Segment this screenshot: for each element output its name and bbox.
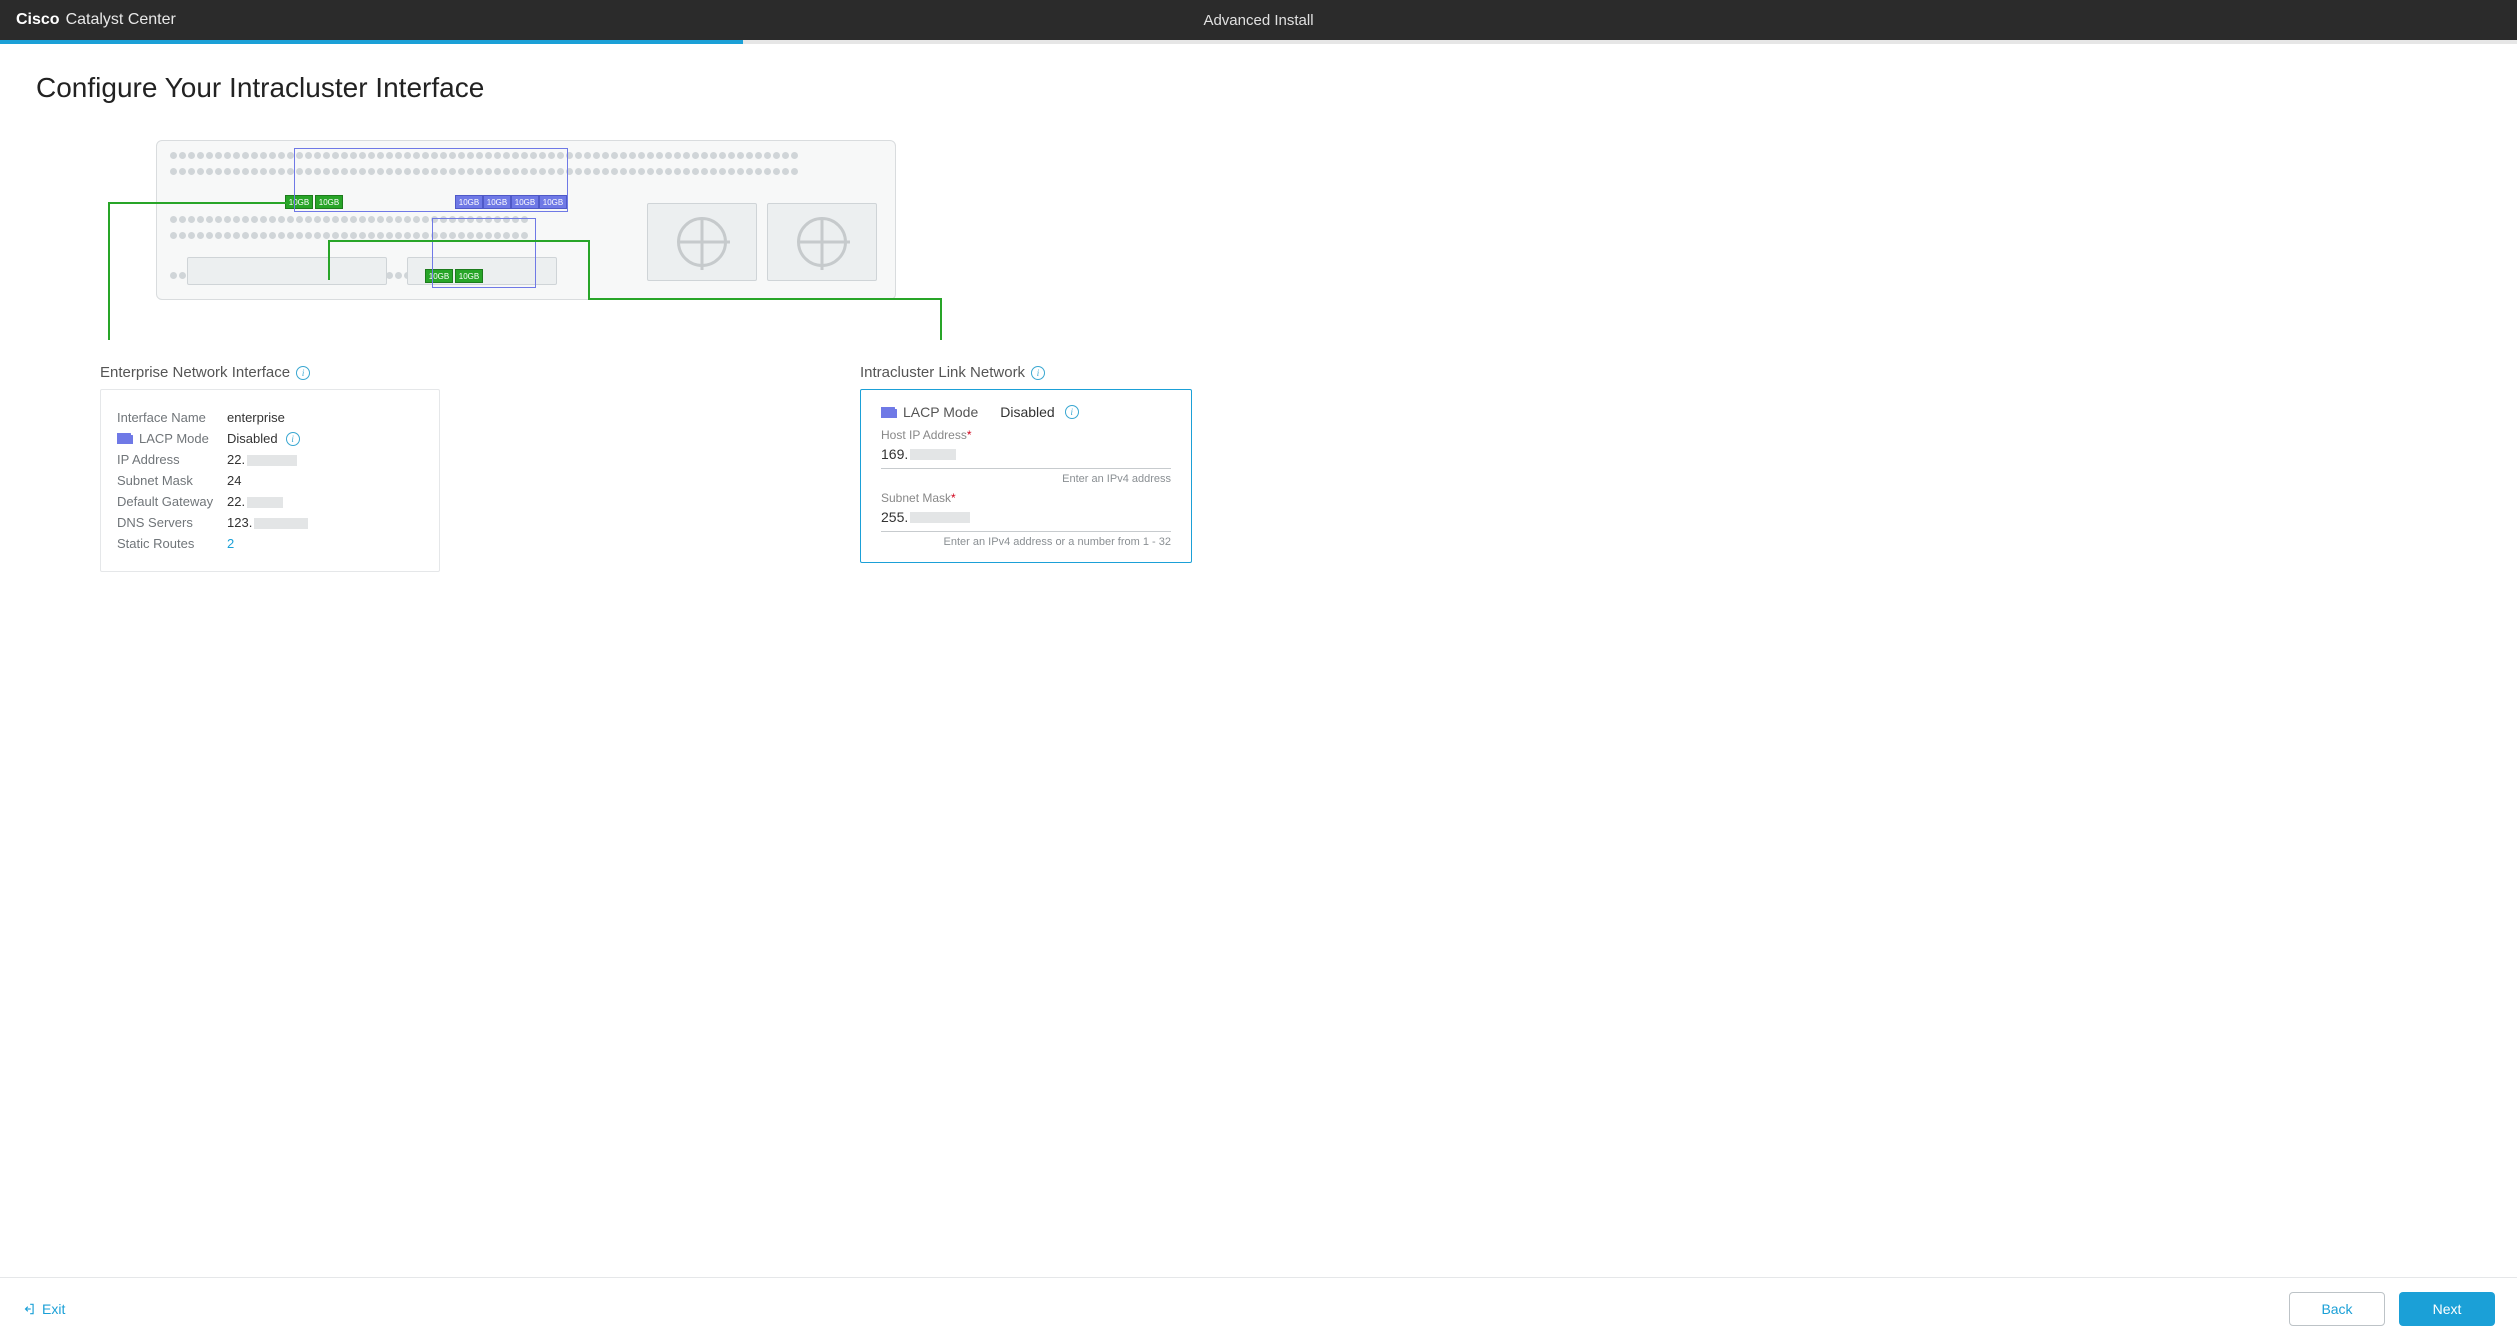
header-title: Advanced Install [1203,12,1313,29]
blue-cluster-box [294,148,568,212]
intracluster-card: LACP Mode Disabled i Host IP Address* 16… [860,389,1192,563]
value-dns: 123. [227,515,308,530]
connector-line [940,298,942,340]
kv-gateway: Default Gateway 22. [117,494,423,509]
label-subnet: Subnet Mask [117,473,227,488]
subnet-hint: Enter an IPv4 address or a number from 1… [881,536,1171,548]
value-routes: 2 [227,536,234,551]
enterprise-heading-text: Enterprise Network Interface [100,364,290,381]
folder-icon [117,433,133,444]
info-icon[interactable]: i [1065,405,1079,419]
main-content: Configure Your Intracluster Interface 10… [0,44,2517,1277]
info-icon[interactable]: i [1031,366,1045,380]
label-gateway: Default Gateway [117,494,227,509]
fan-icon [797,217,847,267]
enterprise-card: Interface Name enterprise LACP Mode Disa… [100,389,440,572]
exit-icon [22,1302,36,1316]
back-button[interactable]: Back [2289,1292,2385,1326]
label-routes: Static Routes [117,536,227,551]
connector-line [328,240,590,242]
appliance-diagram: 10GB 10GB 10GB 10GB 10GB 10GB 10GB 10GB [96,140,956,340]
host-ip-prefix: 169. [881,446,908,462]
psu [767,203,877,281]
next-label: Next [2433,1301,2462,1317]
lacp-label: LACP Mode [881,404,978,420]
host-ip-label: Host IP Address* [881,428,1171,442]
value-lacp: Disabled i [227,431,300,446]
subnet-label-text: Subnet Mask [881,491,951,505]
subnet-prefix: 255. [881,509,908,525]
lacp-label-text: LACP Mode [903,404,978,420]
intracluster-panel: Intracluster Link Network i LACP Mode Di… [860,364,1192,572]
value-subnet: 24 [227,473,241,488]
redacted-text [910,449,956,460]
psu [647,203,757,281]
brand: Cisco Catalyst Center [16,11,176,29]
host-ip-hint: Enter an IPv4 address [881,473,1171,485]
redacted-text [247,497,283,508]
kv-lacp: LACP Mode Disabled i [117,431,423,446]
info-icon[interactable]: i [286,432,300,446]
info-icon[interactable]: i [296,366,310,380]
enterprise-panel: Enterprise Network Interface i Interface… [100,364,440,572]
fan-icon [677,217,727,267]
value-lacp-text: Disabled [227,431,278,446]
kv-subnet: Subnet Mask 24 [117,473,423,488]
app-header: Cisco Catalyst Center Advanced Install [0,0,2517,40]
label-dns: DNS Servers [117,515,227,530]
label-lacp: LACP Mode [117,431,227,446]
lacp-value-text: Disabled [1000,404,1054,420]
intracluster-heading-text: Intracluster Link Network [860,364,1025,381]
redacted-text [254,518,308,529]
subnet-input[interactable]: 255. [881,505,1171,532]
value-gateway: 22. [227,494,283,509]
exit-button[interactable]: Exit [22,1301,65,1317]
next-button[interactable]: Next [2399,1292,2495,1326]
redacted-text [247,455,297,466]
kv-routes: Static Routes 2 [117,536,423,551]
redacted-text [910,512,970,523]
page-title: Configure Your Intracluster Interface [36,72,2481,104]
kv-dns: DNS Servers 123. [117,515,423,530]
enterprise-heading: Enterprise Network Interface i [100,364,440,381]
static-routes-link[interactable]: 2 [227,536,234,551]
value-interface-name: enterprise [227,410,285,425]
back-label: Back [2321,1301,2352,1317]
folder-icon [881,407,897,418]
lacp-value: Disabled i [1000,404,1078,420]
connector-line [588,240,590,300]
label-interface-name: Interface Name [117,410,227,425]
label-ip: IP Address [117,452,227,467]
value-gw-prefix: 22. [227,494,245,509]
footer: Exit Back Next [0,1277,2517,1340]
exit-label: Exit [42,1301,65,1317]
subnet-label: Subnet Mask* [881,491,1171,505]
connector-line [588,298,942,300]
connector-line [328,240,330,280]
panels-row: Enterprise Network Interface i Interface… [36,364,2481,572]
host-ip-group: Host IP Address* 169. Enter an IPv4 addr… [881,428,1171,485]
brand-bold: Cisco [16,11,60,29]
kv-interface-name: Interface Name enterprise [117,410,423,425]
subnet-group: Subnet Mask* 255. Enter an IPv4 address … [881,491,1171,548]
footer-buttons: Back Next [2289,1292,2495,1326]
label-lacp-text: LACP Mode [139,431,209,446]
intracluster-heading: Intracluster Link Network i [860,364,1192,381]
value-dns-prefix: 123. [227,515,252,530]
brand-light: Catalyst Center [66,11,176,29]
slot [187,257,387,285]
lacp-row: LACP Mode Disabled i [881,404,1171,420]
value-ip-prefix: 22. [227,452,245,467]
connector-line [108,202,286,204]
value-ip: 22. [227,452,297,467]
host-ip-input[interactable]: 169. [881,442,1171,469]
connector-line [108,202,110,340]
kv-ip: IP Address 22. [117,452,423,467]
host-ip-label-text: Host IP Address [881,428,967,442]
blue-cluster-box [432,218,536,288]
